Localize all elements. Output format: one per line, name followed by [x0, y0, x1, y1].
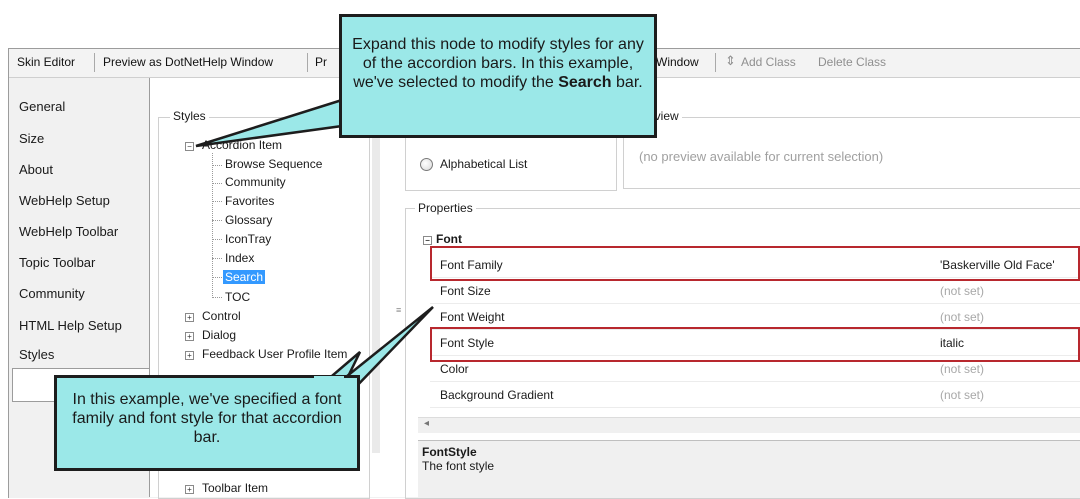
top-callout-text-end: bar. [611, 74, 643, 91]
top-callout: Expand this node to modify styles for an… [339, 14, 657, 138]
top-callout-pointer [195, 98, 344, 148]
bottom-callout-text: In this example, we've specified a font … [72, 391, 342, 446]
top-callout-bold: Search [558, 74, 612, 91]
bottom-callout: In this example, we've specified a font … [54, 375, 360, 471]
